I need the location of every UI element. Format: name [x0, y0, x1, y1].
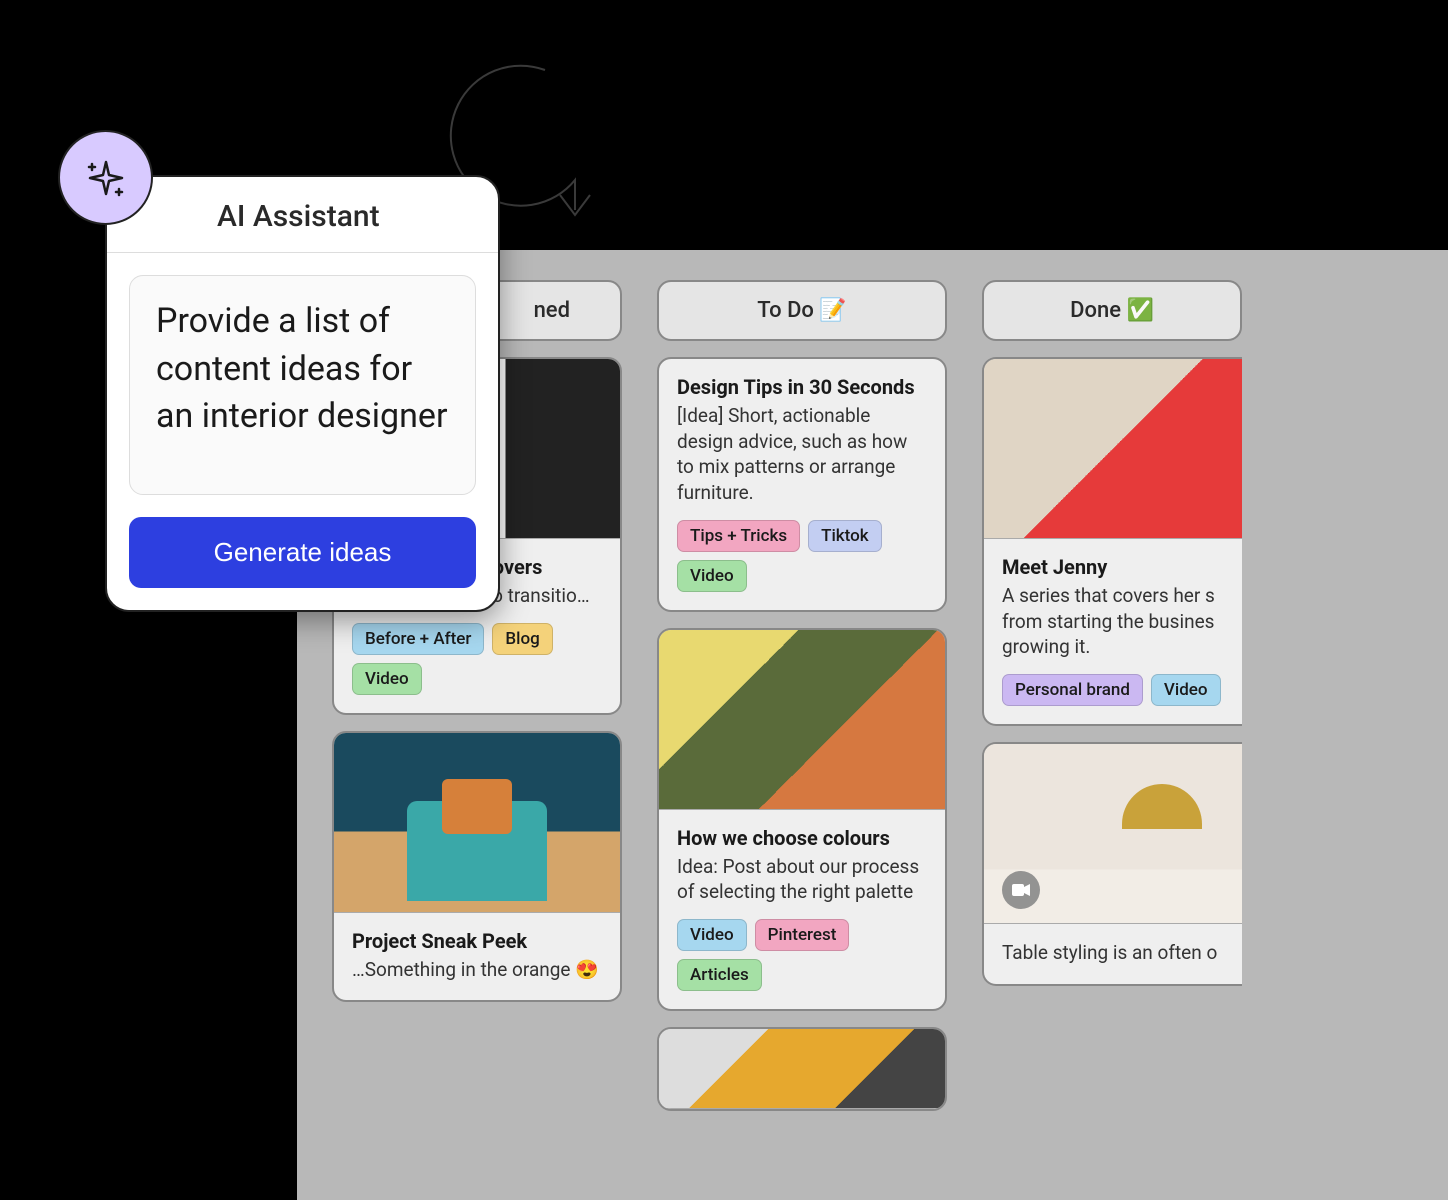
card-image	[659, 1029, 945, 1109]
card-description: A series that covers her s from starting…	[1002, 583, 1224, 660]
tag[interactable]: Before + After	[352, 623, 484, 655]
card-title: Meet Jenny	[1002, 555, 1224, 579]
video-badge-icon	[1002, 871, 1040, 909]
card-image	[984, 744, 1242, 924]
tag[interactable]: Video	[677, 919, 747, 951]
card-description: …Something in the orange 😍	[352, 957, 602, 983]
tag[interactable]: Personal brand	[1002, 674, 1143, 706]
tag[interactable]: Pinterest	[755, 919, 850, 951]
tag[interactable]: Blog	[492, 623, 552, 655]
card-description: [Idea] Short, actionable design advice, …	[677, 403, 927, 506]
ai-assistant-title: AI Assistant	[107, 177, 498, 253]
sparkle-icon	[82, 154, 130, 202]
card-tags: Video Pinterest Articles	[677, 919, 927, 991]
card-sneak-peek[interactable]: Project Sneak Peek …Something in the ora…	[332, 731, 622, 1003]
column-label: ned	[534, 298, 570, 323]
ai-assistant-panel: AI Assistant Generate ideas	[105, 175, 500, 612]
card-image	[659, 630, 945, 810]
column-header-done[interactable]: Done ✅	[982, 280, 1242, 341]
card-choose-colours[interactable]: How we choose colours Idea: Post about o…	[657, 628, 947, 1011]
card-title: How we choose colours	[677, 826, 927, 850]
card-partial[interactable]	[657, 1027, 947, 1111]
card-meet-jenny[interactable]: Meet Jenny A series that covers her s fr…	[982, 357, 1242, 726]
generate-ideas-button[interactable]: Generate ideas	[129, 517, 476, 588]
card-title: Design Tips in 30 Seconds	[677, 375, 927, 399]
column-header-todo[interactable]: To Do 📝	[657, 280, 947, 341]
card-tags: Tips + Tricks Tiktok Video	[677, 520, 927, 592]
tag[interactable]: Tiktok	[808, 520, 882, 552]
card-image	[984, 359, 1242, 539]
tag[interactable]: Video	[352, 663, 422, 695]
card-table-styling[interactable]: Table styling is an often o	[982, 742, 1242, 986]
card-title: Project Sneak Peek	[352, 929, 602, 953]
card-design-tips[interactable]: Design Tips in 30 Seconds [Idea] Short, …	[657, 357, 947, 612]
column-label: To Do 📝	[757, 298, 847, 323]
card-description: Idea: Post about our process of selectin…	[677, 854, 927, 905]
column-todo: To Do 📝 Design Tips in 30 Seconds [Idea]…	[657, 280, 947, 1200]
card-description: Table styling is an often o	[1002, 940, 1224, 966]
tag[interactable]: Tips + Tricks	[677, 520, 800, 552]
tag[interactable]: Video	[677, 560, 747, 592]
card-tags: Before + After Blog Video	[352, 623, 602, 695]
tag[interactable]: Video	[1151, 674, 1221, 706]
column-done: Done ✅ Meet Jenny A series that covers h…	[982, 280, 1242, 1200]
column-label: Done ✅	[1070, 298, 1154, 323]
tag[interactable]: Articles	[677, 959, 762, 991]
sparkle-badge	[58, 130, 153, 225]
card-tags: Personal brand Video	[1002, 674, 1224, 706]
ai-prompt-input[interactable]	[129, 275, 476, 495]
card-image	[334, 733, 620, 913]
